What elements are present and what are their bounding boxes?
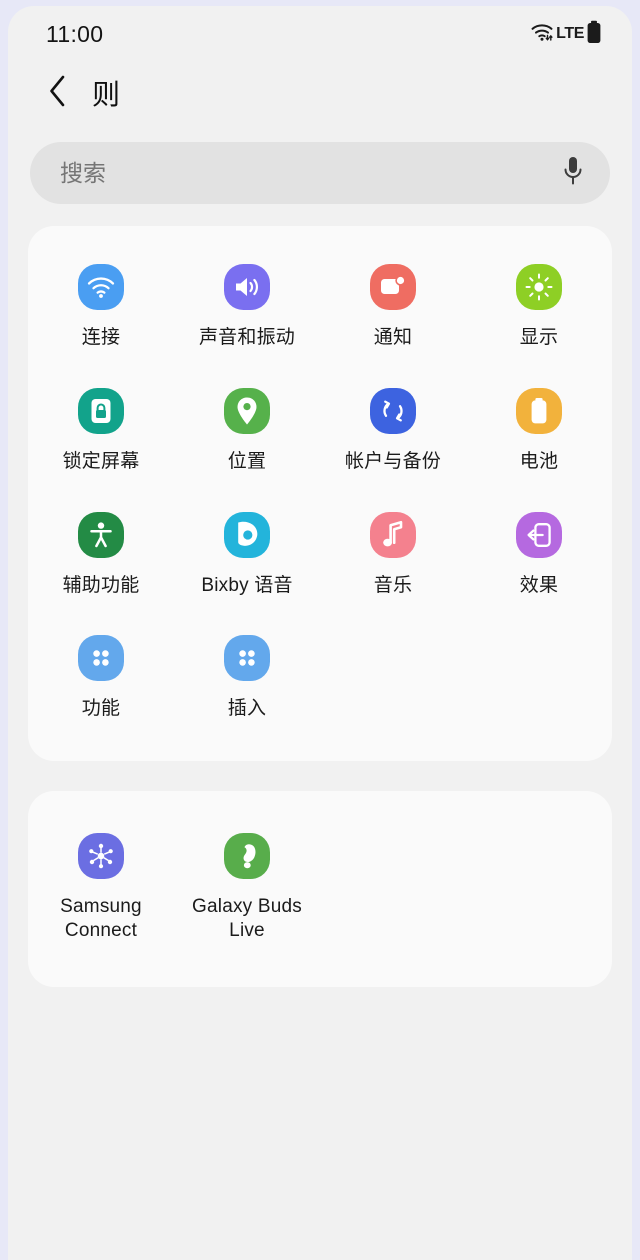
chevron-left-icon	[46, 74, 68, 113]
cell-label: 通知	[373, 327, 413, 348]
sync-icon	[370, 387, 416, 434]
settings-item[interactable]: 电池	[466, 368, 612, 492]
settings-item[interactable]: 功能	[28, 615, 174, 739]
settings-item[interactable]: 音乐	[320, 492, 466, 616]
network-type-label: LTE	[556, 25, 584, 42]
wifi-icon	[78, 264, 124, 310]
microphone-icon[interactable]	[562, 155, 584, 192]
cell-label: 显示	[519, 327, 559, 348]
cell-label: 效果	[519, 574, 559, 596]
bixby-icon	[224, 511, 270, 558]
settings-item[interactable]: 显示	[466, 244, 612, 368]
status-clock: 11:00	[46, 20, 104, 47]
settings-item[interactable]: 位置	[174, 368, 320, 492]
notification-icon	[370, 264, 416, 310]
settings-item[interactable]: 插入	[174, 615, 320, 739]
cell-label: 辅助功能	[62, 574, 140, 596]
settings-item[interactable]: 效果	[466, 492, 612, 616]
search-section	[8, 124, 632, 204]
battery-full-icon	[586, 20, 602, 49]
search-input[interactable]	[60, 159, 562, 187]
grid-dots-icon	[78, 635, 124, 682]
speaker-icon	[224, 264, 270, 310]
accessibility-icon	[78, 511, 124, 558]
settings-item[interactable]: Bixby 语音	[174, 492, 320, 616]
page-title: 则	[92, 79, 121, 110]
brightness-icon	[516, 264, 562, 310]
settings-item[interactable]: 辅助功能	[28, 492, 174, 616]
cell-label: 锁定屏幕	[62, 450, 140, 472]
settings-item[interactable]: 帐户与备份	[320, 368, 466, 492]
cell-label: 位置	[227, 450, 267, 472]
grid-dots-icon	[224, 635, 270, 682]
settings-item[interactable]: 声音和振动	[174, 244, 320, 368]
back-button[interactable]	[44, 75, 70, 108]
cell-label: 帐户与备份	[344, 450, 441, 472]
search-bar[interactable]	[30, 142, 610, 204]
cell-label: 音乐	[373, 574, 413, 596]
settings-item[interactable]: 锁定屏幕	[28, 368, 174, 492]
devices-card: Samsung Connect Galaxy Buds Live	[28, 791, 612, 987]
status-bar: 11:00 LTE	[8, 6, 632, 62]
effects-icon	[516, 511, 562, 558]
settings-item[interactable]: 通知	[320, 244, 466, 368]
cell-label: 声音和振动	[198, 327, 295, 348]
location-pin-icon	[224, 387, 270, 434]
phone-screen: 11:00 LTE 则 搜索 连接 声音和振动 通知 显示 锁定屏幕 位置 帐户…	[8, 6, 632, 1260]
wifi-icon	[530, 22, 554, 47]
connect-hub-icon	[78, 833, 124, 879]
cell-label: 功能	[81, 698, 121, 720]
lock-icon	[78, 387, 124, 434]
cell-label: 连接	[81, 327, 121, 348]
battery-icon	[516, 387, 562, 434]
settings-item[interactable]: 连接	[28, 244, 174, 368]
earbud-icon	[224, 833, 270, 879]
settings-card: 连接 声音和振动 通知 显示 锁定屏幕 位置 帐户与备份 电池 辅助功能 Bix…	[28, 226, 612, 761]
cell-label: Bixby 语音	[201, 574, 293, 596]
cell-label: Galaxy Buds Live	[192, 896, 302, 941]
status-icon-group: LTE	[530, 20, 602, 49]
device-item[interactable]: Galaxy Buds Live	[174, 813, 320, 961]
music-note-icon	[370, 511, 416, 558]
title-bar: 则	[8, 62, 632, 124]
cell-label: 插入	[227, 698, 267, 720]
cell-label: 电池	[519, 450, 559, 472]
cell-label: Samsung Connect	[60, 896, 142, 941]
devices-grid: Samsung Connect Galaxy Buds Live	[28, 813, 612, 961]
settings-grid: 连接 声音和振动 通知 显示 锁定屏幕 位置 帐户与备份 电池 辅助功能 Bix…	[28, 244, 612, 739]
device-item[interactable]: Samsung Connect	[28, 813, 174, 961]
